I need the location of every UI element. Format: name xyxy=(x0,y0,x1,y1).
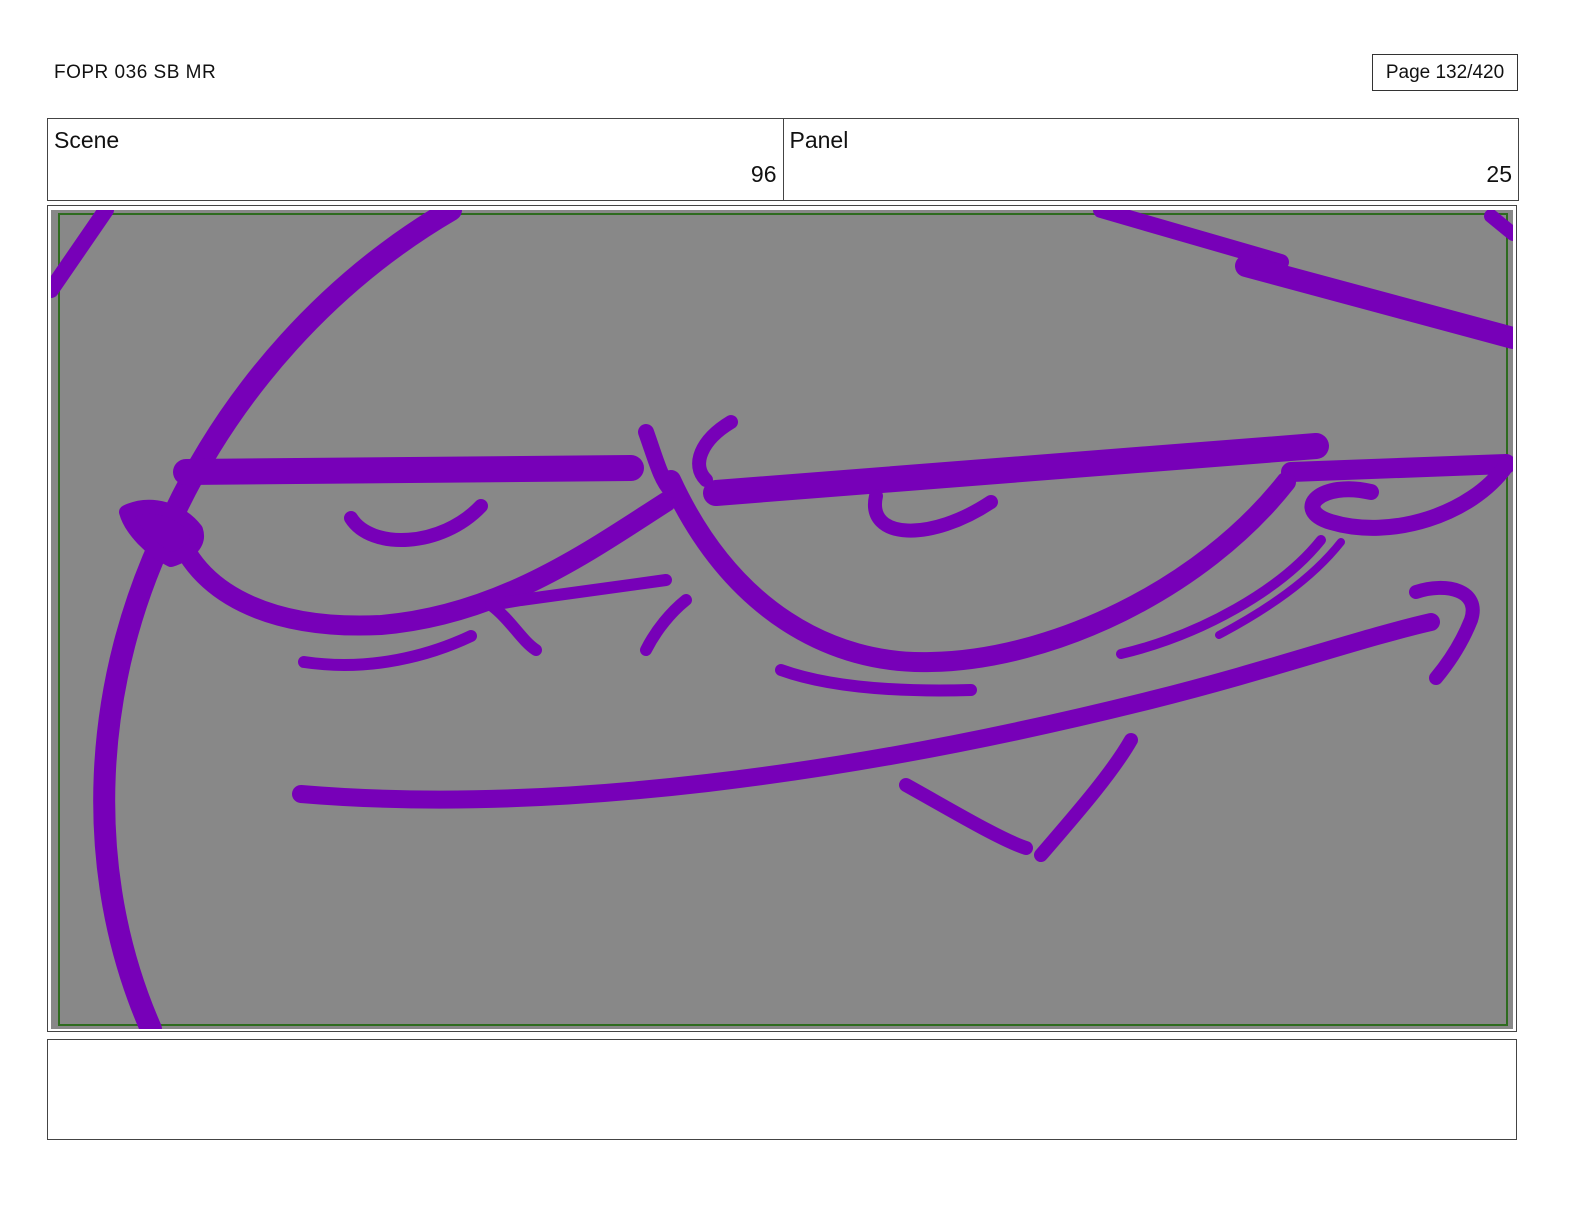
scene-label: Scene xyxy=(54,127,120,153)
storyboard-panel-drawing xyxy=(51,210,1513,1029)
panel-notes-box xyxy=(47,1039,1517,1140)
document-title: FOPR 036 SB MR xyxy=(54,62,217,83)
scene-cell: Scene 96 xyxy=(48,119,783,200)
panel-label: Panel xyxy=(789,127,849,153)
glasses-bridge-left xyxy=(173,455,644,485)
scene-panel-info: Scene 96 Panel 25 xyxy=(47,118,1519,201)
scene-number: 96 xyxy=(750,161,777,187)
sketch-canvas xyxy=(51,210,1513,1029)
panel-cell: Panel 25 xyxy=(782,119,1519,200)
glasses-temple-top xyxy=(1281,454,1513,482)
page-indicator: Page 132/420 xyxy=(1372,54,1518,91)
panel-number: 25 xyxy=(1486,161,1512,187)
